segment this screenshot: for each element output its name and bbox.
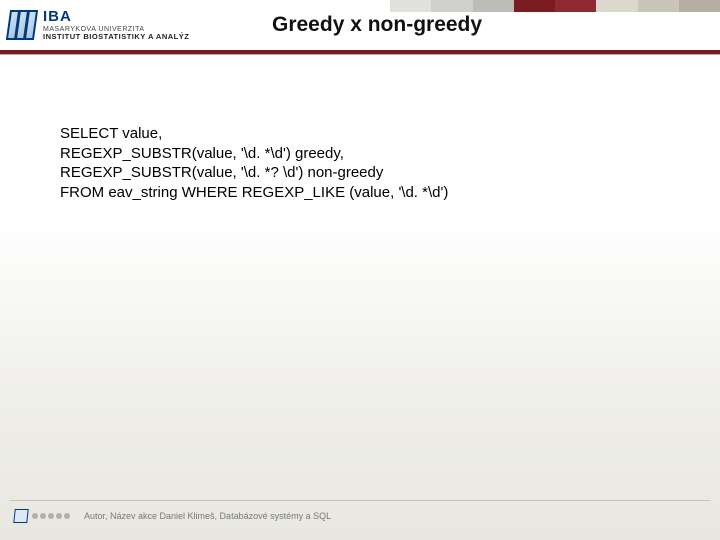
footer-text: Autor, Název akce Daniel Klimeš, Databáz… (84, 511, 331, 521)
slide-footer: Autor, Název akce Daniel Klimeš, Databáz… (0, 504, 720, 528)
decoration-strip (390, 0, 720, 12)
code-line-4: FROM eav_string WHERE REGEXP_LIKE (value… (60, 183, 660, 203)
code-line-1: SELECT value, (60, 124, 660, 144)
slide-content: SELECT value, REGEXP_SUBSTR(value, '\d. … (0, 54, 720, 202)
logo-line2: INSTITUT BIOSTATISTIKY A ANALÝZ (43, 33, 189, 41)
divider (0, 54, 720, 55)
title-zone: Greedy x non-greedy (250, 0, 720, 50)
logo-abbr: IBA (43, 9, 72, 24)
logo-text: IBA MASARYKOVA UNIVERZITA INSTITUT BIOST… (43, 9, 189, 41)
slide-header: IBA MASARYKOVA UNIVERZITA INSTITUT BIOST… (0, 0, 720, 54)
slide-title: Greedy x non-greedy (272, 13, 482, 37)
footer-logo-icon (13, 509, 28, 523)
logo-icon (8, 10, 35, 40)
logo-zone: IBA MASARYKOVA UNIVERZITA INSTITUT BIOST… (0, 0, 250, 50)
footer-dots-icon (32, 513, 70, 519)
code-line-2: REGEXP_SUBSTR(value, '\d. *\d') greedy, (60, 144, 660, 164)
code-line-3: REGEXP_SUBSTR(value, '\d. *? \d') non-gr… (60, 163, 660, 183)
footer-divider (10, 500, 710, 501)
